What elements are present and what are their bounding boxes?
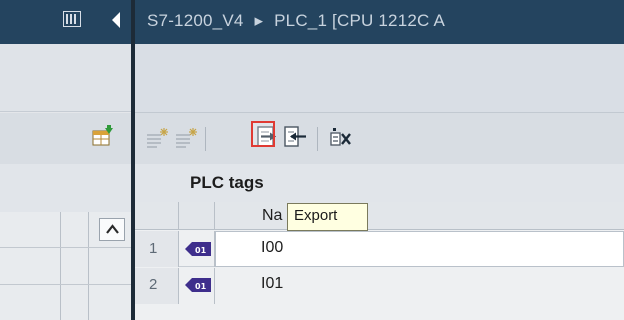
editor-title-bar: S7-1200_V4 ▸ PLC_1 [CPU 1212C A <box>135 0 624 44</box>
breadcrumb-separator: ▸ <box>254 11 264 30</box>
breadcrumb-project[interactable]: S7-1200_V4 <box>147 11 244 30</box>
tag-table-title: PLC tags <box>190 173 264 192</box>
toolbar-separator <box>205 127 206 151</box>
grid-line <box>60 212 61 320</box>
editor-subheader <box>135 44 624 113</box>
export-tooltip: Export <box>287 203 368 231</box>
table-row[interactable]: 2 01 I01 <box>135 268 624 304</box>
column-header-row: Na <box>135 202 624 230</box>
tag-name[interactable]: I01 <box>261 275 283 293</box>
grid-line <box>214 202 215 230</box>
collapse-left-icon[interactable] <box>111 12 121 28</box>
tag-table-toolbar <box>135 113 624 164</box>
scroll-up-button[interactable] <box>99 218 125 241</box>
left-panel-toolbar <box>0 113 131 164</box>
table-row[interactable]: 1 01 I00 <box>135 231 624 267</box>
left-panel-subheader <box>0 44 131 112</box>
add-row-icon[interactable] <box>145 126 171 152</box>
breadcrumb: S7-1200_V4 ▸ PLC_1 [CPU 1212C A <box>147 11 451 31</box>
tooltip-text: Export <box>294 207 338 224</box>
grid-line <box>0 284 131 285</box>
export-button-highlight <box>251 121 275 147</box>
grid-line <box>214 268 215 304</box>
svg-text:01: 01 <box>195 282 207 291</box>
add-tag-table-icon[interactable] <box>91 125 115 149</box>
grid-line <box>178 231 179 267</box>
svg-text:01: 01 <box>195 246 207 255</box>
tag-table-header: PLC tags <box>135 164 624 202</box>
left-panel-header <box>0 164 131 212</box>
tag-type-icon: 01 <box>185 242 211 256</box>
grid-line <box>0 247 131 248</box>
row-number: 2 <box>149 276 158 293</box>
insert-row-icon[interactable] <box>174 126 200 152</box>
window-layout-icon[interactable] <box>63 11 81 27</box>
grid-line <box>178 268 179 304</box>
toolbar-separator <box>317 127 318 151</box>
tag-name[interactable]: I00 <box>261 239 283 257</box>
grid-line <box>88 212 89 320</box>
left-panel-title-bar <box>0 0 131 44</box>
column-header-name[interactable]: Na <box>262 207 282 225</box>
tag-table-grid: Na 1 01 I00 2 01 I01 <box>135 202 624 320</box>
row-number: 1 <box>149 240 158 257</box>
monitor-icon[interactable] <box>328 124 354 150</box>
chevron-up-icon <box>106 224 119 234</box>
grid-line <box>178 202 179 230</box>
import-icon[interactable] <box>282 124 308 150</box>
breadcrumb-device[interactable]: PLC_1 [CPU 1212C A <box>274 11 445 30</box>
tag-type-icon: 01 <box>185 278 211 292</box>
